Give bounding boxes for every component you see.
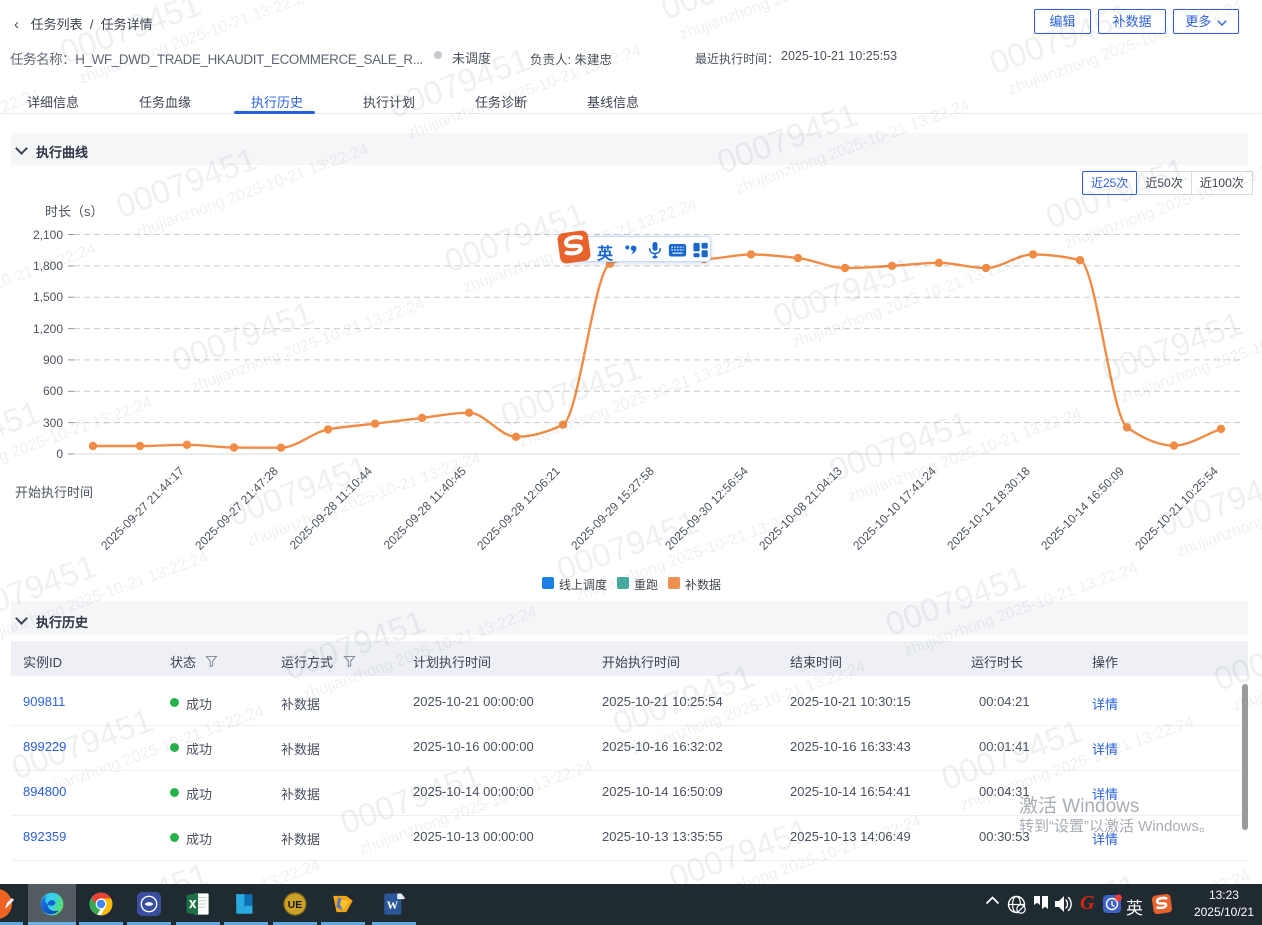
svg-text:UE: UE bbox=[288, 899, 303, 911]
svg-text:W: W bbox=[387, 900, 399, 912]
